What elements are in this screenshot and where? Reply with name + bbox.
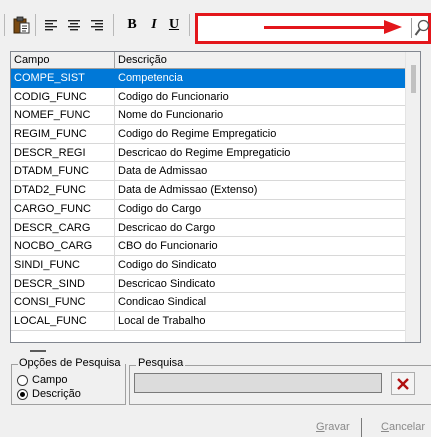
table-row[interactable]: DESCR_REGI Descricao do Regime Empregati… [11,143,406,163]
cell-descricao: Codigo do Sindicato [118,258,217,271]
cell-campo: DESCR_SIND [11,274,115,293]
paste-icon [13,16,30,34]
annotation-arrow-head [384,20,402,34]
save-button[interactable]: Gravar [316,421,350,433]
cell-campo: CODIG_FUNC [11,87,115,106]
toolbar: B I U [0,0,431,50]
cell-campo: LOCAL_FUNC [11,311,115,330]
annotation-arrow [264,26,386,29]
align-right-button[interactable] [86,14,108,36]
align-left-button[interactable] [40,14,62,36]
cancel-button[interactable]: Cancelar [381,421,425,433]
column-header-campo[interactable]: Campo [11,52,115,68]
cell-campo: DTADM_FUNC [11,162,115,181]
toolbar-separator [189,14,190,36]
search-group-title: Pesquisa [136,357,186,369]
table-row[interactable]: DTAD2_FUNC Data de Admissao (Extenso) [11,181,406,200]
cell-descricao: Descricao do Regime Empregaticio [118,146,291,159]
cell-campo: SINDI_FUNC [11,255,115,274]
cell-descricao: Descricao do Cargo [118,221,216,234]
bold-button[interactable]: B [121,14,143,36]
scrollbar-thumb[interactable] [411,65,416,93]
paste-button[interactable] [10,14,32,36]
underline-label: U [168,17,180,32]
radio-circle-selected[interactable] [17,388,28,400]
table-row[interactable]: DESCR_SIND Descricao Sindicato [11,274,406,294]
clear-search-button[interactable] [391,372,415,395]
cell-descricao: Data de Admissao [118,165,208,178]
cell-descricao: Local de Trabalho [118,314,206,327]
table-row[interactable]: REGIM_FUNC Codigo do Regime Empregaticio [11,125,406,144]
grid-rows: COMPE_SIST Competencia CODIG_FUNC Codigo… [11,69,406,331]
radio-campo-label: Campo [32,374,68,386]
cell-campo: REGIM_FUNC [11,125,115,143]
toolbar-separator [113,14,114,36]
magnifier-icon [414,19,430,36]
cell-campo: COMPE_SIST [11,69,115,87]
cell-campo: NOMEF_FUNC [11,106,115,125]
grid-vertical-scrollbar[interactable] [405,52,420,342]
align-center-button[interactable] [63,14,85,36]
italic-label: I [151,17,157,32]
align-center-icon [68,20,80,31]
search-field[interactable] [134,373,382,393]
cancel-accel: C [381,421,389,433]
cell-descricao: CBO do Funcionario [118,240,218,253]
search-options-title: Opções de Pesquisa [18,357,122,369]
radio-descricao[interactable]: Descrição [17,388,81,400]
cell-descricao: Codigo do Regime Empregaticio [118,128,277,141]
search-button[interactable] [413,17,431,39]
table-row[interactable]: COMPE_SIST Competencia [11,69,406,88]
cell-descricao: Codigo do Cargo [118,202,202,215]
cancel-rest: ancelar [388,421,426,433]
cell-descricao: Competencia [115,69,406,87]
cell-descricao: Data de Admissao (Extenso) [118,184,258,197]
cell-descricao: Nome do Funcionario [118,109,224,122]
table-row[interactable]: CONSI_FUNC Condicao Sindical [11,293,406,312]
cell-campo: NOCBO_CARG [11,237,115,255]
underline-button[interactable]: U [163,14,185,36]
splitter-handle[interactable] [30,350,46,352]
fields-grid[interactable]: Campo Descrição COMPE_SIST Competencia C… [10,51,421,343]
table-row[interactable]: NOCBO_CARG CBO do Funcionario [11,237,406,256]
table-row[interactable]: DESCR_CARG Descricao do Cargo [11,218,406,238]
save-accel: G [316,421,325,433]
grid-header: Campo Descrição [11,52,406,69]
save-rest: ravar [324,421,350,433]
toolbar-grip [4,14,5,36]
close-icon [397,377,409,390]
cell-campo: CONSI_FUNC [11,293,115,311]
toolbar-separator [35,14,36,36]
align-left-icon [45,20,57,31]
table-row[interactable]: SINDI_FUNC Codigo do Sindicato [11,255,406,275]
table-row[interactable]: CARGO_FUNC Codigo do Cargo [11,199,406,219]
radio-circle[interactable] [17,374,28,386]
cell-campo: DTAD2_FUNC [11,181,115,199]
italic-button[interactable]: I [143,14,165,36]
table-row[interactable]: LOCAL_FUNC Local de Trabalho [11,311,406,331]
radio-descricao-label: Descrição [32,388,81,400]
cell-descricao: Condicao Sindical [118,296,207,309]
footer-separator [361,418,362,437]
cell-campo: DESCR_CARG [11,218,115,237]
cell-campo: CARGO_FUNC [11,199,115,218]
cell-descricao: Codigo do Funcionario [118,90,229,103]
table-row[interactable]: CODIG_FUNC Codigo do Funcionario [11,87,406,107]
bold-label: B [127,17,137,32]
toolbar-search-box [195,13,431,44]
search-divider [411,18,412,38]
column-header-descricao[interactable]: Descrição [115,52,406,68]
radio-campo[interactable]: Campo [17,374,67,386]
table-row[interactable]: DTADM_FUNC Data de Admissao [11,162,406,182]
align-right-icon [91,20,103,31]
cell-campo: DESCR_REGI [11,143,115,162]
table-row[interactable]: NOMEF_FUNC Nome do Funcionario [11,106,406,126]
cell-descricao: Descricao Sindicato [118,277,216,290]
